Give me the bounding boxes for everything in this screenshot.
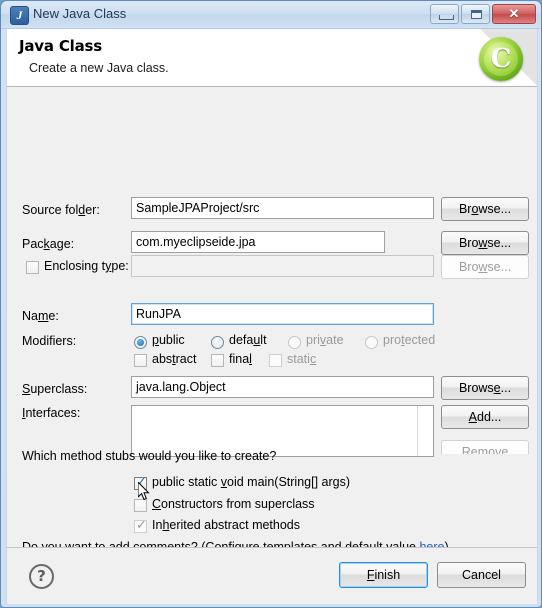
cancel-button[interactable]: Cancel: [437, 562, 526, 588]
modifier-radio-default[interactable]: [211, 336, 224, 349]
maximize-button[interactable]: [461, 4, 490, 24]
modifier-label-final: final: [229, 352, 252, 366]
title-bar: J New Java Class ✕: [1, 1, 541, 29]
stub-checkbox-inherited: ✓: [134, 518, 147, 533]
window-controls: ✕: [430, 4, 536, 24]
stub-checkbox-main[interactable]: ✓: [134, 475, 147, 490]
name-input[interactable]: RunJPA: [131, 303, 434, 325]
modifier-checkbox-abstract[interactable]: [134, 354, 147, 367]
interfaces-add-button[interactable]: Add...: [441, 405, 529, 429]
finish-button[interactable]: Finish: [339, 562, 428, 588]
enclosing-type-browse-button: Browse...: [441, 255, 529, 279]
stub-label-inherited: Inherited abstract methods: [152, 518, 301, 532]
modifier-label-abstract: abstract: [152, 352, 197, 366]
method-stubs-prompt: Which method stubs would you like to cre…: [22, 449, 277, 463]
minimize-button[interactable]: [430, 4, 459, 24]
enclosing-type-checkbox[interactable]: [26, 261, 39, 274]
myeclipse-logo-icon: C: [479, 37, 523, 81]
enclosing-type-label: Enclosing type:: [44, 259, 129, 273]
superclass-label: Superclass:: [22, 382, 88, 396]
superclass-browse-button[interactable]: Browse...: [441, 376, 529, 400]
interfaces-gutter: [417, 406, 433, 456]
close-icon: ✕: [508, 6, 520, 21]
dialog-header: Java Class Create a new Java class. C: [7, 29, 537, 87]
interfaces-label: Interfaces:: [22, 406, 81, 420]
modifier-checkbox-static: [269, 354, 282, 367]
page-subtitle: Create a new Java class.: [29, 61, 169, 75]
modifier-label-default: default: [229, 333, 267, 347]
modifier-label-private: private: [306, 333, 344, 347]
dialog-window: J New Java Class ✕ Java Class Create a n…: [0, 0, 542, 608]
checkmark-icon: ✓: [136, 475, 147, 490]
package-browse-button[interactable]: Browse...: [441, 231, 529, 255]
modifier-radio-private: [288, 336, 301, 349]
checkmark-icon: ✓: [136, 518, 147, 533]
source-folder-input[interactable]: SampleJPAProject/src: [131, 197, 434, 219]
modifier-label-static: static: [287, 352, 317, 366]
modifiers-label: Modifiers:: [22, 334, 77, 348]
name-label: Name:: [22, 309, 59, 323]
source-folder-browse-button[interactable]: Browse...: [441, 197, 529, 221]
close-button[interactable]: ✕: [492, 4, 536, 24]
superclass-input[interactable]: java.lang.Object: [131, 376, 434, 398]
modifier-checkbox-final[interactable]: [211, 354, 224, 367]
dialog-client-area: Java Class Create a new Java class. C So…: [6, 29, 538, 604]
dialog-footer: ? Finish Cancel: [7, 547, 537, 604]
interfaces-remove-button-clip: Remove: [441, 440, 529, 454]
page-title: Java Class: [19, 37, 102, 55]
stub-label-constructors: Constructors from superclass: [152, 497, 315, 511]
dialog-body: Source folder: SampleJPAProject/src Brow…: [7, 87, 537, 576]
window-title: New Java Class: [33, 6, 127, 21]
stub-label-main: public static void main(String[] args): [152, 475, 350, 489]
package-input[interactable]: com.myeclipseide.jpa: [131, 231, 385, 253]
java-class-icon: J: [10, 6, 29, 25]
stub-checkbox-constructors[interactable]: [134, 499, 147, 512]
interfaces-remove-button: Remove: [441, 440, 529, 454]
modifier-label-protected: protected: [383, 333, 436, 347]
modifier-radio-protected: [365, 336, 378, 349]
package-label: Package:: [22, 237, 75, 251]
enclosing-type-input[interactable]: [131, 255, 434, 277]
help-icon[interactable]: ?: [29, 564, 54, 589]
modifier-radio-public[interactable]: [134, 336, 147, 349]
source-folder-label: Source folder:: [22, 203, 100, 217]
modifier-label-public: public: [152, 333, 185, 347]
